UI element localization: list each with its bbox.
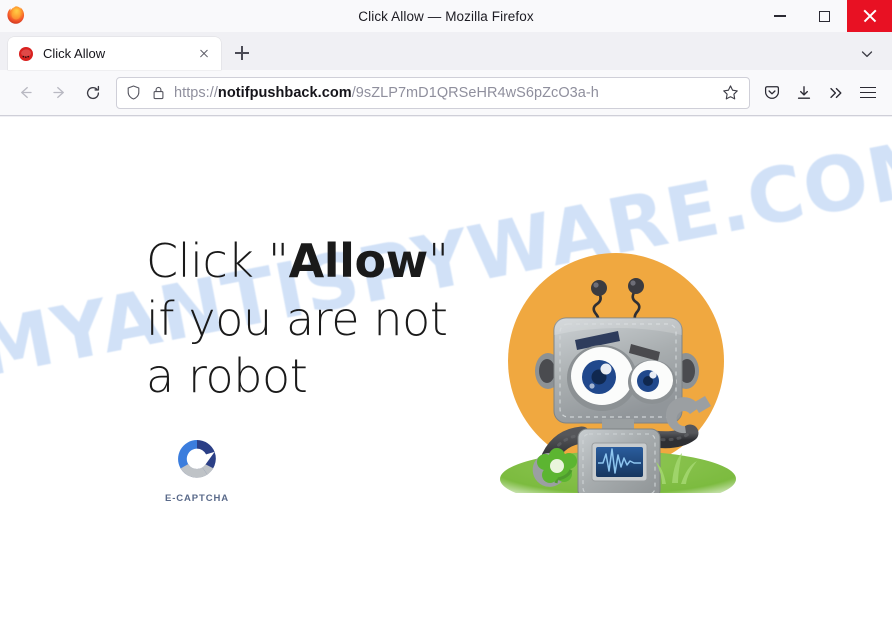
- tab-strip: Click Allow: [0, 32, 892, 70]
- app-menu-button[interactable]: [852, 76, 884, 110]
- minimize-button[interactable]: [757, 0, 802, 32]
- e-captcha-label: E-CAPTCHA: [164, 493, 230, 505]
- tracking-protection-shield-icon[interactable]: [125, 84, 142, 101]
- back-button[interactable]: [8, 76, 42, 110]
- antenna-ball-right: [628, 278, 644, 295]
- page-content: MYANTISPYWARE.COM Click "Allow" if you a…: [0, 117, 892, 630]
- hero-section: Click "Allow" if you are not a robot E-C…: [0, 117, 892, 630]
- connection-lock-icon[interactable]: [151, 85, 166, 101]
- list-all-tabs-chevron-down-icon[interactable]: [856, 43, 878, 65]
- headline-emphasis: Allow: [288, 233, 429, 288]
- e-captcha-c-logo-icon: [172, 440, 222, 488]
- tab-close-icon[interactable]: [195, 45, 213, 63]
- e-captcha-badge: E-CAPTCHA: [152, 434, 242, 504]
- reload-button[interactable]: [76, 76, 110, 110]
- robot-eye-left: [567, 345, 637, 412]
- robot-eye-right: [628, 360, 676, 405]
- browser-tab[interactable]: Click Allow: [8, 37, 221, 70]
- url-scheme: https://: [174, 84, 218, 101]
- bookmark-star-icon[interactable]: [717, 80, 743, 106]
- hero-text-column: Click "Allow" if you are not a robot E-C…: [146, 233, 456, 505]
- forward-button[interactable]: [42, 76, 76, 110]
- url-domain: notifpushback.com: [217, 84, 352, 101]
- tab-title: Click Allow: [43, 46, 106, 61]
- pocket-button[interactable]: [756, 76, 788, 110]
- window-controls: [757, 0, 892, 32]
- firefox-window: Click Allow — Mozilla Firefox Click Allo…: [0, 0, 892, 630]
- url-bar[interactable]: https://notifpushback.com/9sZLP7mD1QRSeH…: [116, 76, 750, 109]
- page-headline: Click "Allow" if you are not a robot: [146, 233, 456, 407]
- new-tab-button[interactable]: [228, 39, 256, 67]
- close-window-button[interactable]: [847, 0, 892, 32]
- url-text[interactable]: https://notifpushback.com/9sZLP7mD1QRSeH…: [174, 85, 717, 101]
- headline-prefix: Click ": [146, 233, 289, 288]
- overflow-chevrons-icon[interactable]: [820, 76, 852, 110]
- maximize-button[interactable]: [802, 0, 847, 32]
- downloads-button[interactable]: [788, 76, 820, 110]
- tab-favicon-icon: [18, 46, 34, 62]
- navigation-toolbar: https://notifpushback.com/9sZLP7mD1QRSeH…: [0, 70, 892, 116]
- url-path: /9sZLP7mD1QRSeHR4wS6pZcO3a-h: [351, 84, 599, 101]
- title-bar: Click Allow — Mozilla Firefox: [0, 0, 892, 32]
- antenna-ball-left: [591, 280, 607, 297]
- firefox-logo-icon: [5, 5, 27, 27]
- robot-illustration: [496, 243, 746, 535]
- hamburger-icon: [860, 86, 876, 99]
